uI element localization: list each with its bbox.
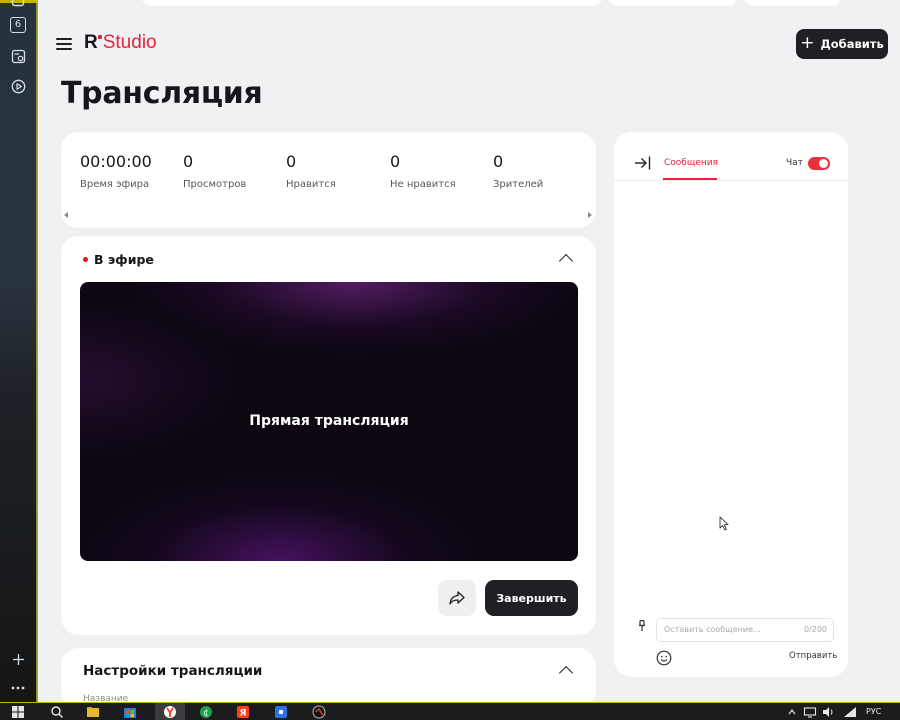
tray-display-icon[interactable] [803,705,817,719]
live-status-label: В эфире [94,252,154,267]
more-icon[interactable] [10,680,26,696]
collapse-panel-icon[interactable] [634,155,652,171]
volume-icon[interactable] [821,705,835,719]
keyboard-language[interactable]: РУС [866,707,881,716]
stat-label: Время эфира [80,179,150,190]
attach-icon[interactable] [638,620,646,632]
live-card: В эфире Прямая трансляция Завершить [61,236,596,635]
scroll-left-arrow-icon[interactable] [64,212,68,218]
logo-dot [97,35,102,39]
store-icon[interactable] [123,705,137,719]
stat-views: 0 Просмотров [183,152,246,190]
windows-start-icon[interactable] [11,705,25,719]
stat-value: 0 [390,152,401,171]
stat-dislikes: 0 Не нравится [390,152,456,190]
settings-card: Настройки трансляции Название [61,648,596,708]
svg-text:¢: ¢ [203,709,209,719]
chat-toggle[interactable] [808,157,830,170]
mouse-cursor-icon [719,516,729,531]
yandex-icon[interactable]: Я [236,705,250,719]
chat-toggle-label: Чат [786,158,803,168]
search-icon[interactable] [50,705,64,719]
window-icon[interactable] [10,0,26,8]
rstudio-logo[interactable]: R Studio [84,32,157,56]
stat-label: Не нравится [390,179,456,190]
live-status: В эфире [83,252,154,267]
app-green-icon[interactable]: ¢ [199,705,213,719]
stat-viewers: 0 Зрителей [493,152,543,190]
app-side-strip: 6 [0,0,38,702]
finish-button[interactable]: Завершить [485,580,578,616]
stat-label: Нравится [286,179,336,190]
plus-icon[interactable] [10,651,26,667]
chat-divider [614,180,848,181]
play-icon[interactable] [10,78,26,94]
share-button[interactable] [438,580,476,616]
strip-edge-accent [36,0,38,702]
live-indicator-icon [83,257,88,262]
stat-airtime: 00:00:00 Время эфира [80,152,152,190]
logo-studio: Studio [102,32,157,53]
stat-value: 00:00:00 [80,152,152,171]
stat-value: 0 [286,152,297,171]
video-label: Прямая трансляция [249,413,409,429]
chat-panel: Сообщения Чат Оставить сообщение... 0/20… [614,132,848,677]
add-button[interactable]: + Добавить [796,29,888,59]
emoji-icon[interactable] [656,650,672,666]
yandex-browser-icon[interactable] [163,705,177,719]
top-toolbar-field [142,0,602,6]
top-toolbar-item [609,0,737,6]
video-preview[interactable]: Прямая трансляция [80,282,578,561]
hamburger-menu-icon[interactable] [56,38,72,50]
stat-value: 0 [183,152,194,171]
char-counter: 0/200 [803,625,827,634]
top-toolbar-item [745,0,841,6]
file-explorer-icon[interactable] [86,705,100,719]
stat-value: 0 [493,152,504,171]
stats-card: 00:00:00 Время эфира 0 Просмотров 0 Нрав… [61,132,596,228]
share-arrow-icon [449,591,465,605]
logo-r: R [84,32,98,53]
add-button-label: Добавить [820,37,884,51]
send-button[interactable]: Отправить [789,651,837,661]
collapse-chevron-up-icon[interactable] [558,253,574,269]
tray-up-arrow-icon[interactable] [787,706,797,718]
stat-likes: 0 Нравится [286,152,336,190]
stat-label: Просмотров [183,179,247,190]
network-icon[interactable] [843,705,857,719]
settings-chevron-up-icon[interactable] [558,665,574,681]
message-placeholder: Оставить сообщение... [664,625,761,634]
os-taskbar: ¢ Я РУС [0,702,900,720]
stat-label: Зрителей [493,179,544,190]
plus-icon: + [800,32,815,53]
tab-messages[interactable]: Сообщения [664,158,718,168]
screenshot-icon[interactable] [10,48,26,64]
scroll-right-arrow-icon[interactable] [588,212,592,218]
app-dark-icon[interactable] [312,705,326,719]
settings-title: Настройки трансляции [83,663,263,679]
message-input[interactable]: Оставить сообщение... 0/200 [656,618,834,642]
app-blue-icon[interactable] [274,705,288,719]
page-title: Трансляция [61,76,263,111]
tab-counter-icon[interactable]: 6 [10,17,26,33]
svg-text:Я: Я [240,709,247,719]
